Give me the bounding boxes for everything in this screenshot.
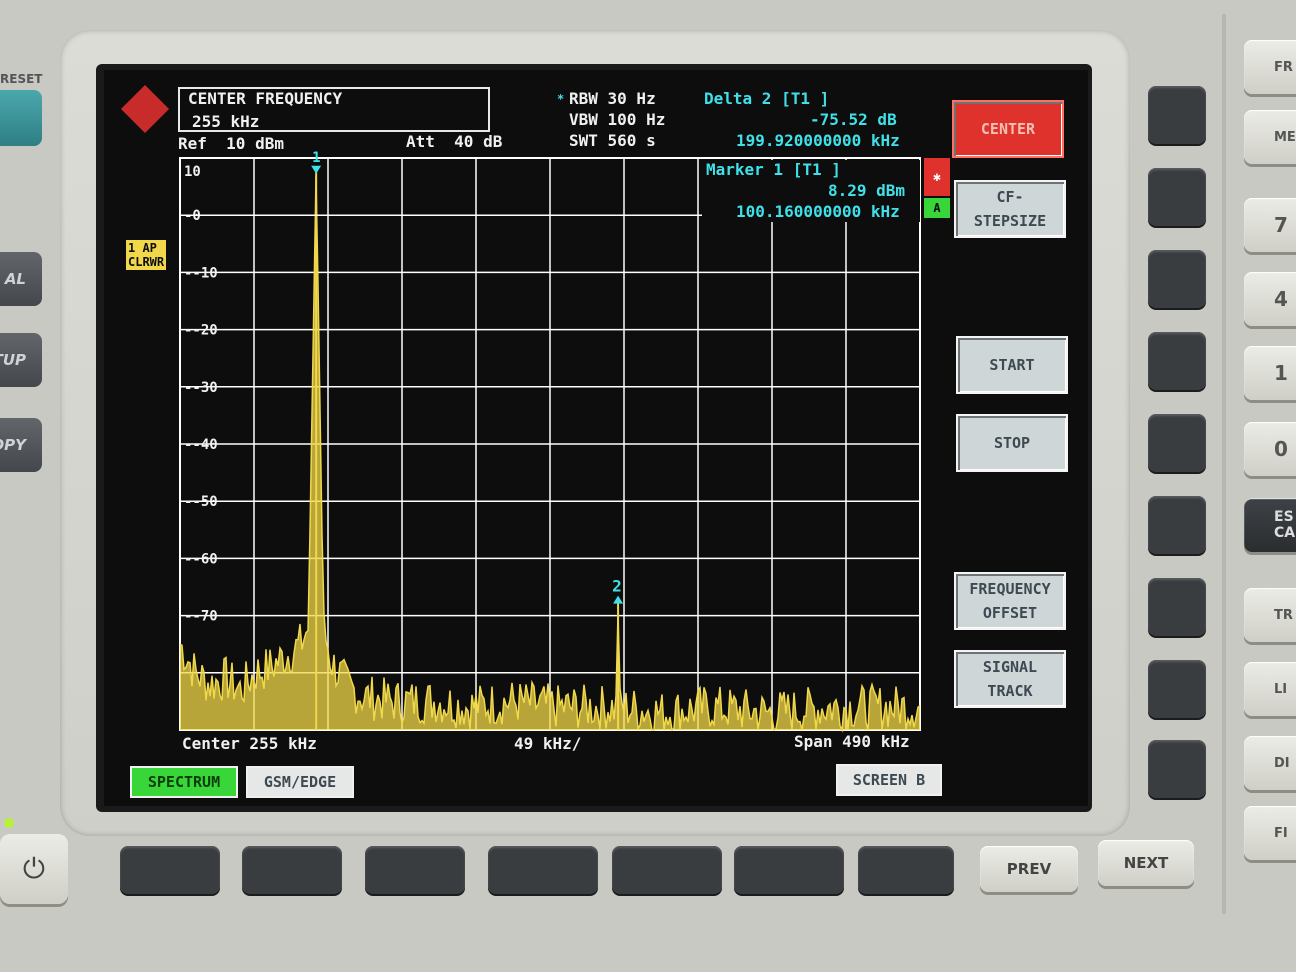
y-tick-label: --30 [184,380,218,396]
hw-bottom-key-3[interactable] [365,846,465,894]
marker-2-label: 2 [612,577,622,596]
hw-bottom-key-6[interactable] [734,846,844,894]
marker1-frequency: 100.160000000 kHz [736,202,900,221]
hw-softkey-9[interactable] [1148,740,1206,798]
keypad-divider [1222,14,1226,914]
softkey-cf-stepsize[interactable]: CF- STEPSIZE [954,180,1066,238]
hw-bottom-key-4[interactable] [488,846,598,894]
y-tick-label: --20 [184,323,218,339]
y-tick-label: 10 [184,164,201,180]
reset-label: RESET [0,72,43,86]
file-key[interactable]: FI [1244,806,1296,860]
next-key[interactable]: NEXT [1098,840,1194,886]
hw-softkey-8[interactable] [1148,660,1206,718]
tab-screen-b[interactable]: SCREEN B [836,764,942,796]
esc-key[interactable]: ES CA [1244,498,1296,552]
hw-softkey-1[interactable] [1148,86,1206,144]
y-tick-label: --70 [184,609,218,625]
display-key[interactable]: DI [1244,736,1296,790]
softkey-stop[interactable]: STOP [956,414,1068,472]
tab-spectrum[interactable]: SPECTRUM [130,766,238,798]
marker-2-icon [613,595,624,604]
reset-key[interactable] [0,90,42,146]
hw-softkey-7[interactable] [1148,578,1206,636]
marker1-level: 8.29 dBm [828,181,906,200]
cal-key[interactable]: AL [0,252,42,306]
hw-softkey-3[interactable] [1148,250,1206,308]
setup-key[interactable]: TUP [0,333,42,387]
hcopy-key[interactable]: OPY [0,418,42,472]
power-icon[interactable]: ⏻ [0,834,68,904]
hw-bottom-key-2[interactable] [242,846,342,894]
lines-key[interactable]: LI [1244,662,1296,716]
prev-key[interactable]: PREV [980,846,1078,892]
mkr-key[interactable]: ME [1244,110,1296,164]
softkey-frequency-offset[interactable]: FREQUENCY OFFSET [954,572,1066,630]
trace-key[interactable]: TR [1244,588,1296,642]
key-4[interactable]: 4 [1244,272,1296,326]
y-tick-label: -0 [184,208,201,224]
tab-gsm-edge[interactable]: GSM/EDGE [246,766,354,798]
marker1-title: Marker 1 [T1 ] [706,160,841,179]
key-7[interactable]: 7 [1244,198,1296,252]
softkey-start[interactable]: START [956,336,1068,394]
softkey-center[interactable]: CENTER [952,100,1064,158]
freq-key[interactable]: FR [1244,40,1296,94]
hw-softkey-6[interactable] [1148,496,1206,554]
marker-1-icon [311,165,322,174]
hw-bottom-key-1[interactable] [120,846,220,894]
hw-softkey-2[interactable] [1148,168,1206,226]
power-led-icon [4,818,14,828]
unlevel-flag-icon: ✱ [924,158,950,196]
key-1[interactable]: 1 [1244,346,1296,400]
span-label: Span 490 kHz [794,732,910,751]
trace-a-flag-icon: A [924,198,950,218]
analyzer-screen: CENTER FREQUENCY 255 kHz Ref 10 dBm Att … [104,70,1088,806]
hw-bottom-key-7[interactable] [858,846,954,894]
key-0[interactable]: 0 [1244,422,1296,476]
center-frequency-label: Center 255 kHz [182,734,317,753]
y-tick-label: --60 [184,551,218,567]
y-tick-label: --50 [184,494,218,510]
per-division-label: 49 kHz/ [514,734,582,753]
softkey-signal-track[interactable]: SIGNAL TRACK [954,650,1066,708]
hw-bottom-key-5[interactable] [612,846,722,894]
marker-1-label: 1 [312,150,320,166]
hw-softkey-4[interactable] [1148,332,1206,390]
y-tick-label: --10 [184,265,218,281]
y-tick-label: --40 [184,437,218,453]
hw-softkey-5[interactable] [1148,414,1206,472]
